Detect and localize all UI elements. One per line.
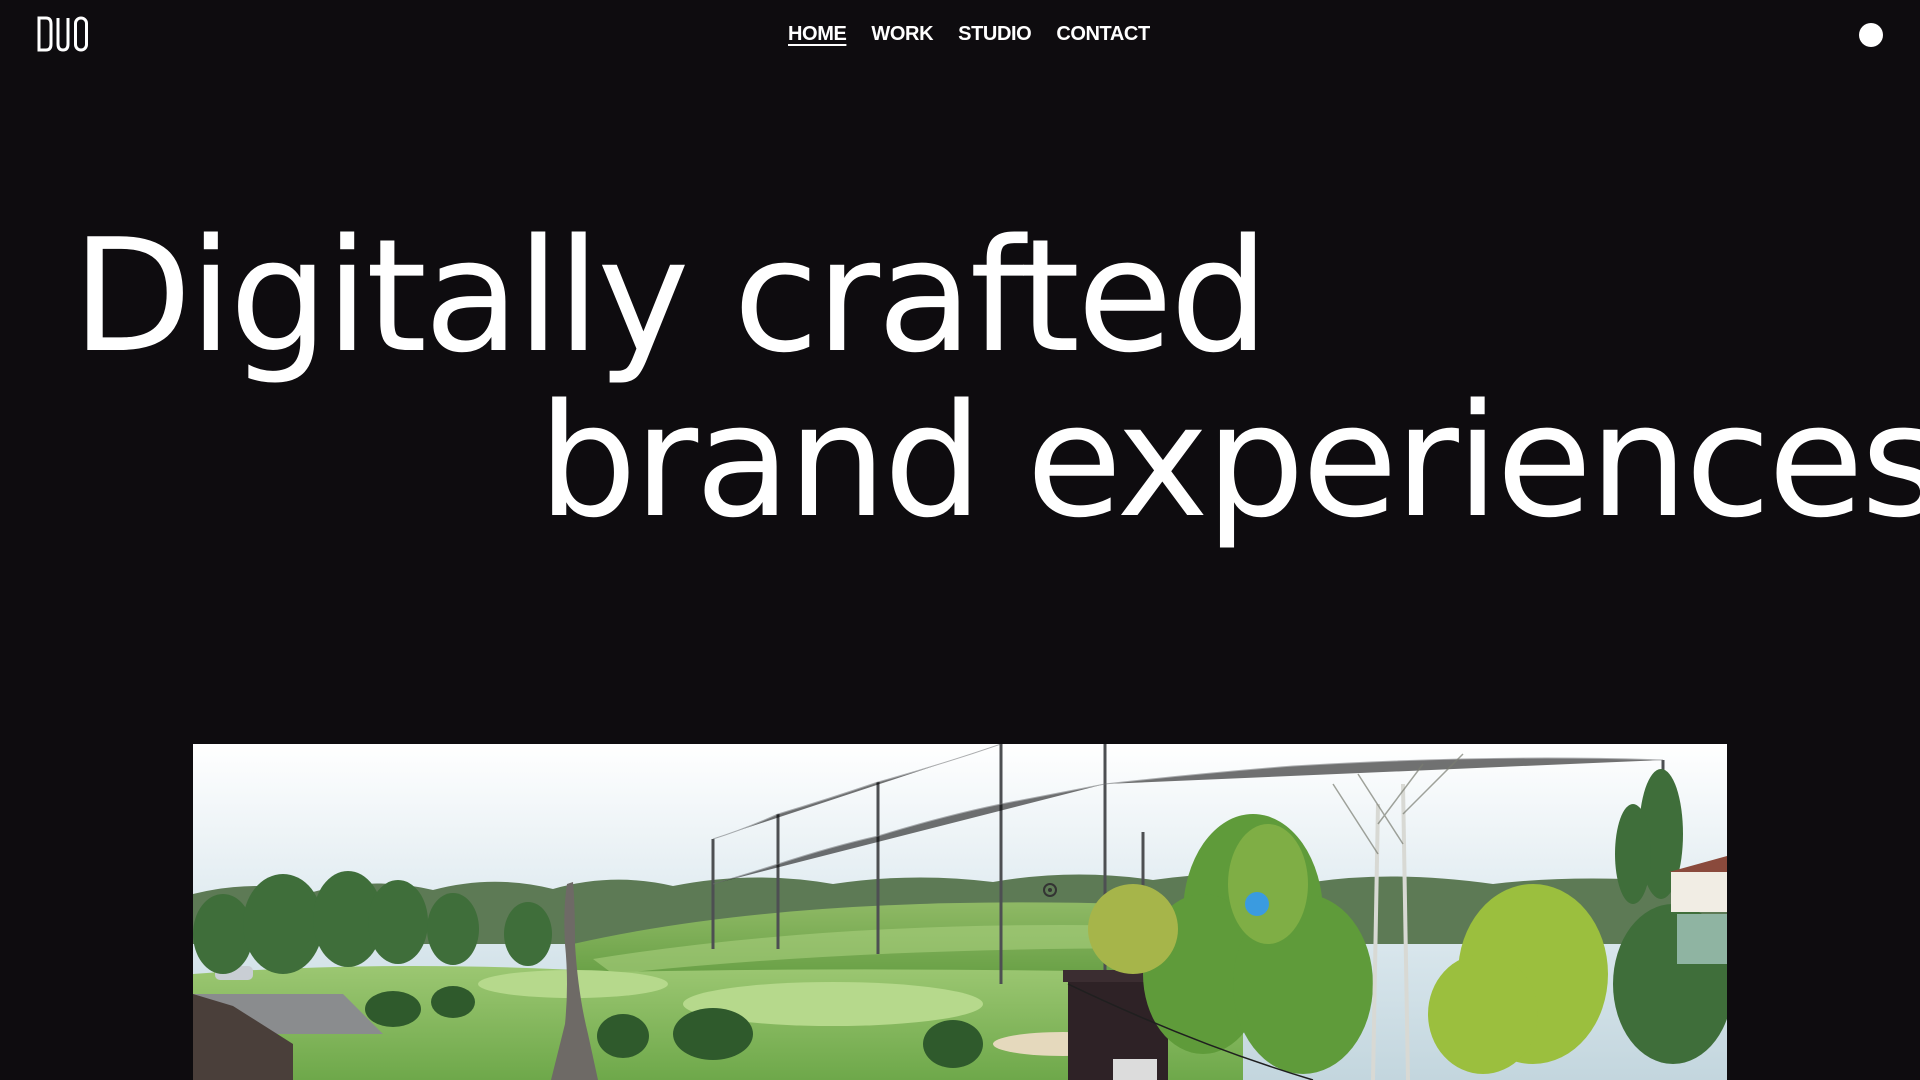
video-cursor-dot	[1245, 892, 1269, 916]
golf-range-image	[193, 744, 1727, 1080]
page: HOME WORK STUDIO CONTACT Digitally craft…	[0, 0, 1920, 1080]
hero-headline-line-1: Digitally crafted	[72, 205, 1269, 387]
hero-headline-line-2: brand experiences	[538, 370, 1920, 552]
nav-work-link[interactable]: WORK	[871, 20, 933, 48]
hero-video[interactable]	[193, 744, 1727, 1080]
nav-studio-link[interactable]: STUDIO	[958, 20, 1032, 48]
nav-contact-link[interactable]: CONTACT	[1056, 20, 1150, 48]
duo-logo[interactable]	[36, 14, 92, 54]
nav-home-link[interactable]: HOME	[788, 20, 847, 48]
menu-dot-icon[interactable]	[1859, 23, 1883, 47]
main-nav: HOME WORK STUDIO CONTACT	[788, 20, 1150, 48]
duo-logo-mark	[37, 16, 88, 52]
